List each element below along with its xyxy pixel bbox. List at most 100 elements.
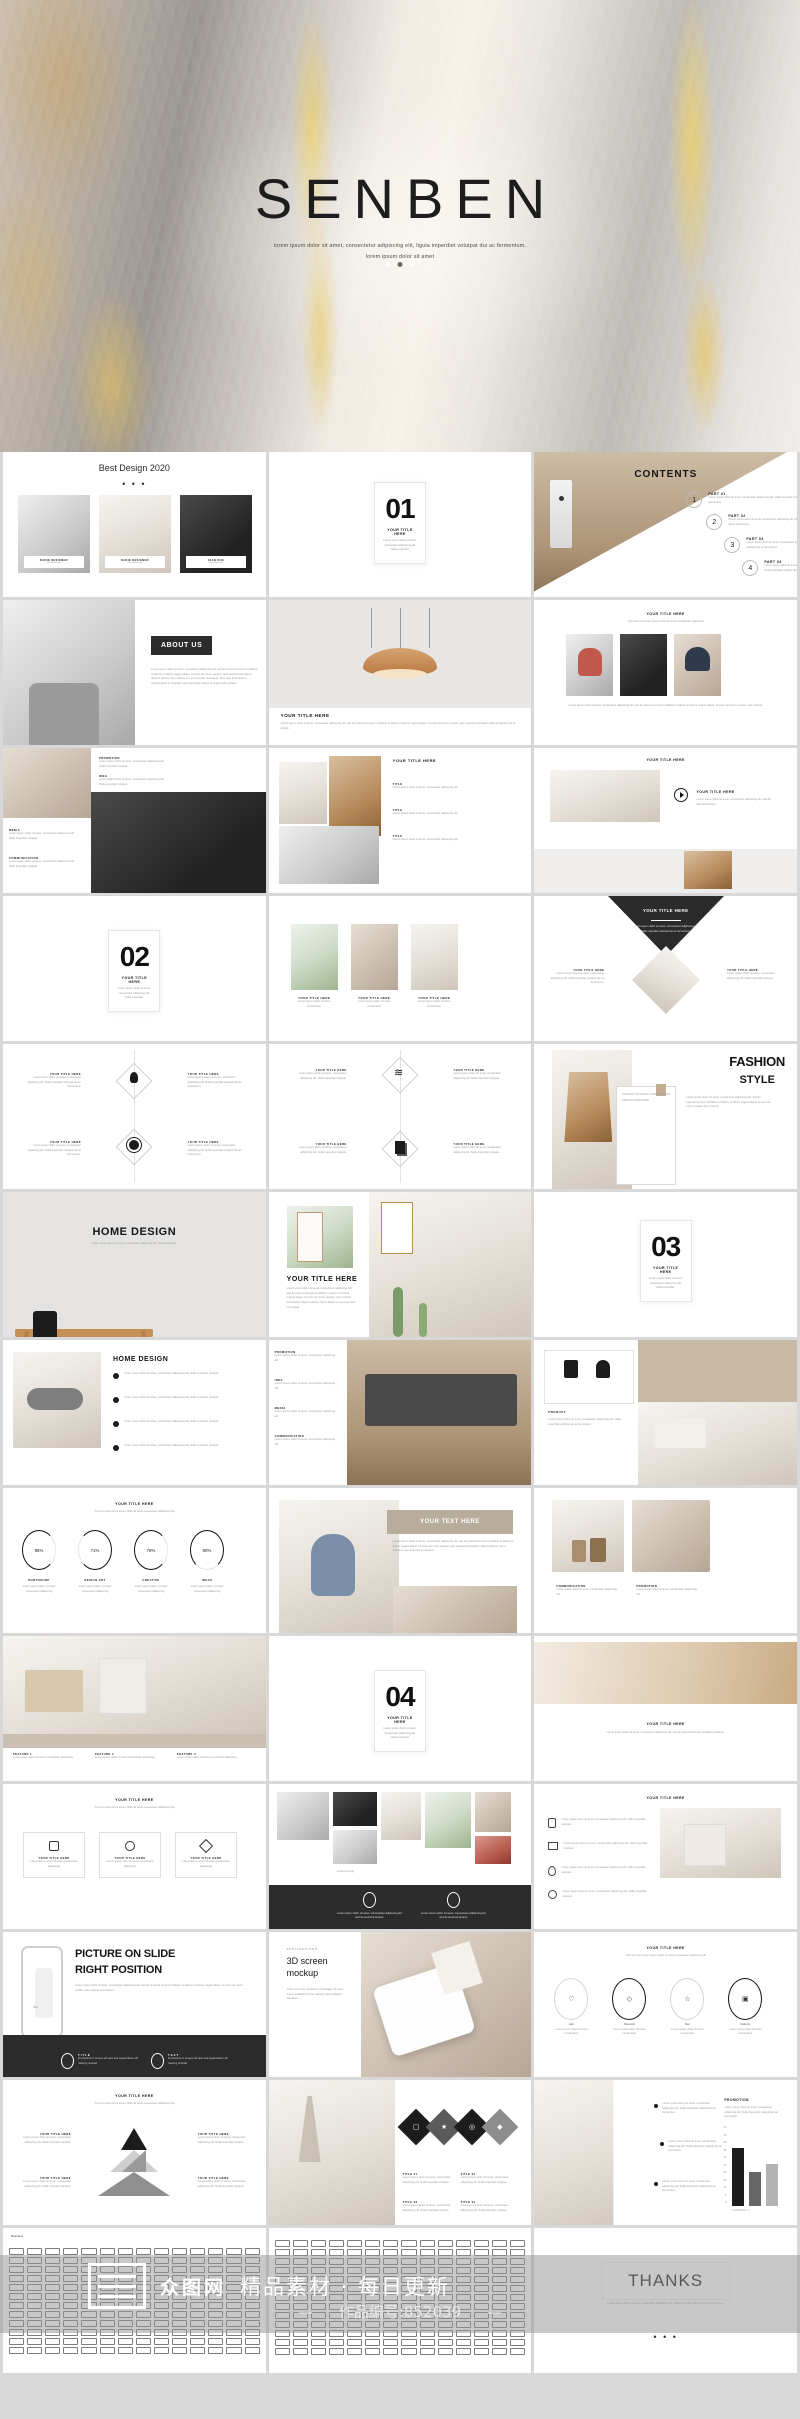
icon-cell[interactable] <box>274 2240 290 2247</box>
icon-cell[interactable] <box>99 2266 115 2273</box>
pagination-dot-2[interactable] <box>397 262 403 267</box>
slide-picture-on-slide[interactable]: Milk PICTURE ON SLIDE RIGHT POSITION Lor… <box>3 1932 266 2077</box>
icon-cell[interactable] <box>45 2284 61 2291</box>
icon-cell[interactable] <box>473 2321 490 2328</box>
icon-cell[interactable] <box>9 2284 25 2291</box>
icon-cell[interactable] <box>419 2339 435 2346</box>
icon-cell[interactable] <box>135 2293 151 2300</box>
icon-cell[interactable] <box>310 2285 326 2292</box>
slide-play[interactable]: YOUR TITLE HERE YOUR TITLE HERE Lorem ip… <box>534 748 797 893</box>
slide-product[interactable]: PRODUCT Lorem ipsum dolor sit amet, cons… <box>534 1340 797 1485</box>
circle-item[interactable]: ◇ Diamond Lorem ipsum dolor sit amet con… <box>606 1978 652 2037</box>
icon-cell[interactable] <box>347 2312 363 2319</box>
icon-cell[interactable] <box>455 2240 471 2247</box>
icon-cell[interactable] <box>329 2285 345 2292</box>
icon-cell[interactable] <box>292 2249 308 2256</box>
icon-cell[interactable] <box>208 2320 224 2327</box>
icon-grid[interactable] <box>269 2236 532 2359</box>
icon-cell[interactable] <box>473 2240 490 2247</box>
icon-cell[interactable] <box>153 2329 170 2336</box>
icon-cell[interactable] <box>401 2258 417 2265</box>
icon-cell[interactable] <box>244 2338 260 2345</box>
icon-cell[interactable] <box>81 2266 97 2273</box>
icon-cell[interactable] <box>226 2338 242 2345</box>
icon-cell[interactable] <box>81 2320 97 2327</box>
icon-cell[interactable] <box>153 2284 170 2291</box>
icon-cell[interactable] <box>45 2293 61 2300</box>
icon-cell[interactable] <box>172 2338 188 2345</box>
icon-cell[interactable] <box>383 2294 399 2301</box>
icon-cell[interactable] <box>135 2320 151 2327</box>
slide-icon-sheet-1[interactable]: Business <box>3 2228 266 2373</box>
icon-cell[interactable] <box>244 2257 260 2264</box>
icon-cell[interactable] <box>492 2276 508 2283</box>
icon-cell[interactable] <box>347 2258 363 2265</box>
slide-3d-mockup[interactable]: APPLICATIONS 3D screen mockup There are … <box>268 1932 532 2077</box>
icon-cell[interactable] <box>244 2311 260 2318</box>
icon-cell[interactable] <box>473 2285 490 2292</box>
icon-cell[interactable] <box>244 2266 260 2273</box>
icon-cell[interactable] <box>310 2249 326 2256</box>
contents-item[interactable]: 1 PART 01 Lorem ipsum dolor sit amet, co… <box>686 492 797 508</box>
icon-cell[interactable] <box>63 2302 79 2309</box>
icon-cell[interactable] <box>244 2284 260 2291</box>
icon-cell[interactable] <box>27 2275 43 2282</box>
icon-cell[interactable] <box>99 2329 115 2336</box>
icon-cell[interactable] <box>208 2293 224 2300</box>
icon-cell[interactable] <box>347 2276 363 2283</box>
icon-cell[interactable] <box>365 2303 381 2310</box>
icon-cell[interactable] <box>81 2275 97 2282</box>
icon-cell[interactable] <box>292 2294 308 2301</box>
icon-cell[interactable] <box>383 2276 399 2283</box>
icon-cell[interactable] <box>45 2302 61 2309</box>
icon-cell[interactable] <box>45 2320 61 2327</box>
icon-cell[interactable] <box>401 2330 417 2337</box>
icon-cell[interactable] <box>63 2284 79 2291</box>
designer-card[interactable]: DANIE DESIGNER Description here <box>99 495 171 573</box>
icon-cell[interactable] <box>365 2348 381 2355</box>
icon-cell[interactable] <box>329 2258 345 2265</box>
box-card[interactable]: YOUR TITLE HERE Lorem ipsum dolor sit am… <box>99 1832 161 1878</box>
icon-cell[interactable] <box>492 2294 508 2301</box>
icon-cell[interactable] <box>401 2303 417 2310</box>
icon-cell[interactable] <box>153 2257 170 2264</box>
icon-cell[interactable] <box>492 2312 508 2319</box>
icon-cell[interactable] <box>455 2267 471 2274</box>
icon-cell[interactable] <box>401 2294 417 2301</box>
slide-two-photos[interactable]: COMMUNICATION Lorem ipsum dolor sit amet… <box>534 1488 797 1633</box>
pagination-dot-3[interactable] <box>409 262 415 267</box>
icon-cell[interactable] <box>329 2249 345 2256</box>
icon-cell[interactable] <box>9 2320 25 2327</box>
slide-section-01[interactable]: 01 YOUR TITLE HERE Lorem ipsum dolor sit… <box>268 452 532 597</box>
icon-cell[interactable] <box>292 2240 308 2247</box>
slide-icon-sheet-2[interactable] <box>268 2228 532 2373</box>
icon-cell[interactable] <box>455 2339 471 2346</box>
icon-cell[interactable] <box>437 2330 453 2337</box>
icon-cell[interactable] <box>383 2312 399 2319</box>
icon-cell[interactable] <box>99 2275 115 2282</box>
icon-cell[interactable] <box>27 2266 43 2273</box>
icon-cell[interactable] <box>437 2285 453 2292</box>
slide-contents[interactable]: CONTENTS 1 PART 01 Lorem ipsum dolor sit… <box>534 452 797 597</box>
icon-cell[interactable] <box>365 2285 381 2292</box>
icon-cell[interactable] <box>310 2339 326 2346</box>
icon-cell[interactable] <box>172 2293 188 2300</box>
icon-cell[interactable] <box>437 2240 453 2247</box>
icon-cell[interactable] <box>244 2248 260 2255</box>
icon-cell[interactable] <box>365 2276 381 2283</box>
icon-cell[interactable] <box>383 2348 399 2355</box>
icon-cell[interactable] <box>9 2257 25 2264</box>
icon-cell[interactable] <box>347 2267 363 2274</box>
slide-diamond-icons[interactable]: ▢ ★ ◎ ◆ TITLE 01 Lorem ipsum dolor sit a… <box>268 2080 532 2225</box>
icon-cell[interactable] <box>401 2249 417 2256</box>
icon-cell[interactable] <box>455 2249 471 2256</box>
icon-cell[interactable] <box>401 2276 417 2283</box>
icon-cell[interactable] <box>190 2329 206 2336</box>
icon-cell[interactable] <box>226 2320 242 2327</box>
icon-cell[interactable] <box>274 2276 290 2283</box>
icon-cell[interactable] <box>135 2248 151 2255</box>
contents-item[interactable]: 2 PART 02 Lorem ipsum dolor sit amet, co… <box>706 514 797 530</box>
icon-cell[interactable] <box>9 2338 25 2345</box>
icon-cell[interactable] <box>226 2329 242 2336</box>
icon-cell[interactable] <box>226 2347 242 2354</box>
